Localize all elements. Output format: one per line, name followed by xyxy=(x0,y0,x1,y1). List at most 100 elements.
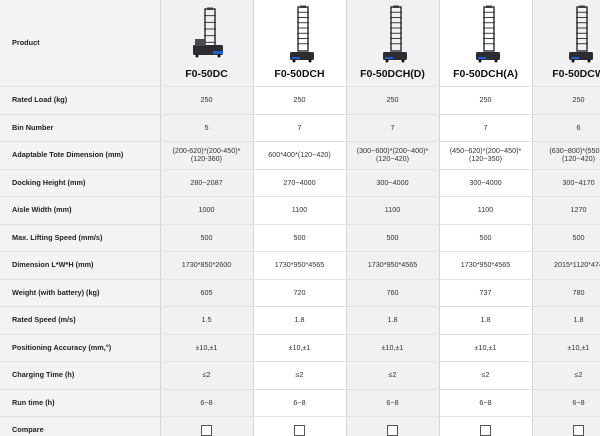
compare-cell xyxy=(532,416,600,436)
spec-row: Docking Height (mm) 280~2087 270~4000 300~4… xyxy=(0,168,600,197)
spec-value: 1100 xyxy=(439,196,532,224)
spec-label: Bin Number xyxy=(0,113,160,142)
spec-value: 1.5 xyxy=(160,306,253,334)
spec-comparison-table: Product F0-50DC F0-50DCH F0-50DCH(D) F0-50D… xyxy=(0,0,600,436)
spec-value: 2015*1120*474 xyxy=(532,251,600,279)
product-header: F0-50DCW xyxy=(532,5,600,86)
model-name[interactable]: F0-50DCW xyxy=(552,68,600,80)
spec-label: Positioning Accuracy (mm,°) xyxy=(0,333,160,362)
spec-value: 500 xyxy=(532,223,600,252)
spec-value: 7 xyxy=(253,113,346,142)
spec-value: 1730*950*4565 xyxy=(346,251,439,279)
spec-label: Charging Time (h) xyxy=(0,361,160,389)
spec-value: 1.8 xyxy=(346,306,439,334)
spec-value: (450~620)*(200~450)* (120~350) xyxy=(439,141,532,169)
spec-row: Rated Load (kg) 250 250 250 250 250 xyxy=(0,86,600,114)
spec-value: 300~4000 xyxy=(346,168,439,197)
spec-value: 6~8 xyxy=(346,388,439,417)
product-cell: F0-50DCH(D) xyxy=(346,0,439,87)
spec-value: 300~4170 xyxy=(532,168,600,197)
product-cell: F0-50DCH(A) xyxy=(439,0,532,87)
spec-value: 1.8 xyxy=(439,306,532,334)
model-name[interactable]: F0-50DCH(A) xyxy=(453,68,518,80)
compare-checkbox-icon[interactable] xyxy=(573,424,584,436)
product-cell: F0-50DCH xyxy=(253,0,346,87)
header-row: Product F0-50DC F0-50DCH F0-50DCH(D) F0-50D… xyxy=(0,0,600,87)
spec-value: ±10,±1 xyxy=(160,333,253,362)
spec-value: ±10,±1 xyxy=(346,333,439,362)
spec-value: 250 xyxy=(253,86,346,114)
spec-value: 300~4000 xyxy=(439,168,532,197)
compare-cell xyxy=(346,416,439,436)
spec-row: Charging Time (h) ≤2 ≤2 ≤2 ≤2 ≤2 xyxy=(0,361,600,389)
spec-value: 270~4000 xyxy=(253,168,346,197)
spec-value: ≤2 xyxy=(160,361,253,389)
compare-label: Compare xyxy=(0,416,160,436)
spec-value: 500 xyxy=(160,223,253,252)
spec-value: 250 xyxy=(532,86,600,114)
spec-row: Aisle Width (mm) 1000 1100 1100 1100 1270 xyxy=(0,196,600,224)
spec-value: 1730*950*4565 xyxy=(439,251,532,279)
spec-value: 1270 xyxy=(532,196,600,224)
robot-image xyxy=(382,5,407,63)
spec-value: 720 xyxy=(253,278,346,307)
spec-value: 7 xyxy=(346,113,439,142)
spec-row: Bin Number 5 7 7 7 6 xyxy=(0,113,600,142)
spec-table: Product F0-50DC F0-50DCH F0-50DCH(D) F0-50D… xyxy=(0,0,600,436)
spec-row: Run time (h) 6~8 6~8 6~8 6~8 6~8 xyxy=(0,388,600,417)
spec-value: 250 xyxy=(160,86,253,114)
spec-value: 600*400*(120~420) xyxy=(253,141,346,169)
spec-row: Max. Lifting Speed (mm/s) 500 500 500 500 500 xyxy=(0,223,600,252)
spec-value: 1.8 xyxy=(253,306,346,334)
spec-label: Rated Speed (m/s) xyxy=(0,306,160,334)
spec-value: ≤2 xyxy=(346,361,439,389)
spec-value: ±10,±1 xyxy=(532,333,600,362)
spec-label: Dimension L*W*H (mm) xyxy=(0,251,160,279)
compare-checkbox-icon[interactable] xyxy=(294,424,305,436)
spec-value: 250 xyxy=(439,86,532,114)
header-label: Product xyxy=(12,37,40,47)
spec-label: Rated Load (kg) xyxy=(0,86,160,114)
spec-label: Weight (with battery) (kg) xyxy=(0,278,160,307)
spec-value: (300~600)*(200~400)* (120~420) xyxy=(346,141,439,169)
robot-image xyxy=(475,5,500,63)
product-cell: F0-50DC xyxy=(160,0,253,87)
compare-checkbox-icon[interactable] xyxy=(480,424,491,436)
model-name[interactable]: F0-50DC xyxy=(185,68,228,80)
spec-value: 605 xyxy=(160,278,253,307)
spec-value: 7 xyxy=(439,113,532,142)
compare-checkbox-icon[interactable] xyxy=(201,424,212,436)
spec-value: 500 xyxy=(439,223,532,252)
spec-value: ≤2 xyxy=(439,361,532,389)
robot-image xyxy=(568,5,593,63)
spec-value: 1730*850*2600 xyxy=(160,251,253,279)
product-header: F0-50DC xyxy=(160,5,253,86)
product-header: F0-50DCH(A) xyxy=(439,5,532,86)
spec-value: ≤2 xyxy=(253,361,346,389)
spec-value: 6 xyxy=(532,113,600,142)
spec-label: Docking Height (mm) xyxy=(0,168,160,197)
spec-row: Dimension L*W*H (mm) 1730*850*2600 1730*95… xyxy=(0,251,600,279)
spec-value: 280~2087 xyxy=(160,168,253,197)
spec-value: 6~8 xyxy=(439,388,532,417)
spec-label: Aisle Width (mm) xyxy=(0,196,160,224)
spec-value: ≤2 xyxy=(532,361,600,389)
model-name[interactable]: F0-50DCH(D) xyxy=(360,68,425,80)
spec-label: Adaptable Tote Dimension (mm) xyxy=(0,141,160,169)
model-name[interactable]: F0-50DCH xyxy=(274,68,324,80)
spec-value: 780 xyxy=(532,278,600,307)
product-header: F0-50DCH xyxy=(253,5,346,86)
spec-value: 1100 xyxy=(346,196,439,224)
compare-cell xyxy=(439,416,532,436)
compare-cell xyxy=(253,416,346,436)
spec-value: ±10,±1 xyxy=(439,333,532,362)
spec-label: Run time (h) xyxy=(0,388,160,417)
spec-value: 500 xyxy=(346,223,439,252)
spec-value: 6~8 xyxy=(532,388,600,417)
compare-checkbox-icon[interactable] xyxy=(387,424,398,436)
spec-value: 6~8 xyxy=(160,388,253,417)
spec-value: (630~800)*(550~6(120~420) xyxy=(532,141,600,169)
product-cell: F0-50DCW xyxy=(532,0,600,87)
spec-value: 250 xyxy=(346,86,439,114)
spec-value: (200-620)*(200-450)* (120-360) xyxy=(160,141,253,169)
